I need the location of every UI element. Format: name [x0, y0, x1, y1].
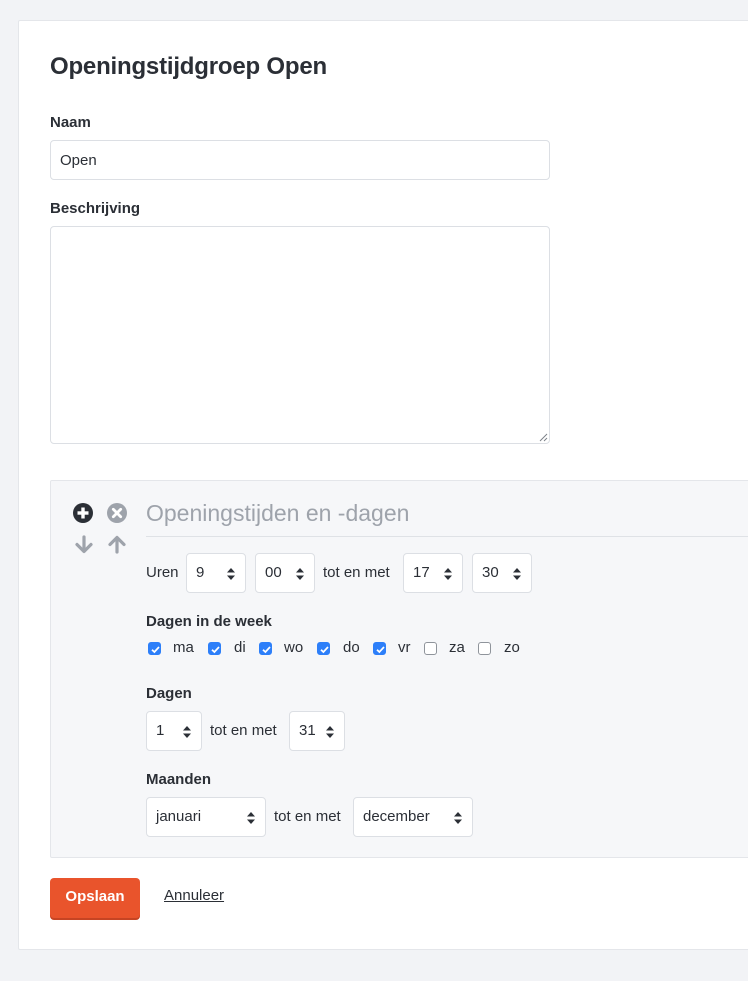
select-arrows-icon	[183, 726, 191, 738]
weekday-checkbox-do[interactable]	[317, 642, 330, 655]
arrow-down-icon[interactable]	[74, 535, 94, 554]
description-textarea[interactable]	[50, 226, 550, 444]
cancel-link[interactable]: Annuleer	[164, 887, 224, 904]
resize-grip-icon[interactable]	[538, 432, 548, 442]
to-hour-value: 17	[413, 564, 430, 581]
month-to-select[interactable]: december	[353, 797, 473, 837]
weekday-checkbox-ma[interactable]	[148, 642, 161, 655]
to-minute-select[interactable]: 30	[472, 553, 532, 593]
select-arrows-icon	[444, 568, 452, 580]
close-circle-icon[interactable]	[107, 503, 127, 523]
arrow-up-icon[interactable]	[107, 535, 127, 554]
plus-circle-icon[interactable]	[73, 503, 93, 523]
weekday-label-do: do	[343, 639, 360, 656]
section-title: Openingstijden en -dagen	[146, 500, 410, 526]
to-hour-select[interactable]: 17	[403, 553, 463, 593]
weekday-label-vr: vr	[398, 639, 411, 656]
days-label: Dagen	[146, 685, 192, 702]
hours-separator: tot en met	[323, 564, 390, 581]
select-arrows-icon	[247, 812, 255, 824]
months-separator: tot en met	[274, 808, 341, 825]
from-minute-value: 00	[265, 564, 282, 581]
weekday-label-zo: zo	[504, 639, 520, 656]
name-input[interactable]	[50, 140, 550, 180]
weekday-label-di: di	[234, 639, 246, 656]
months-label: Maanden	[146, 771, 212, 788]
day-to-value: 31	[299, 722, 316, 739]
select-arrows-icon	[513, 568, 521, 580]
save-button[interactable]: Opslaan	[50, 878, 140, 918]
select-arrows-icon	[227, 568, 235, 580]
from-hour-value: 9	[196, 564, 205, 581]
weekday-checkbox-wo[interactable]	[259, 642, 272, 655]
day-to-select[interactable]: 31	[289, 711, 345, 751]
select-arrows-icon	[296, 568, 304, 580]
from-hour-select[interactable]: 9	[186, 553, 246, 593]
weekday-checkbox-zo[interactable]	[478, 642, 491, 655]
page-title: Openingstijdgroep Open	[50, 53, 327, 80]
from-minute-select[interactable]: 00	[255, 553, 315, 593]
section-divider	[146, 536, 748, 537]
weekday-checkbox-di[interactable]	[208, 642, 221, 655]
days-separator: tot en met	[210, 722, 277, 739]
weekday-checkbox-vr[interactable]	[373, 642, 386, 655]
month-to-value: december	[363, 808, 430, 825]
day-from-value: 1	[156, 722, 165, 739]
weekday-checkbox-za[interactable]	[424, 642, 437, 655]
month-from-select[interactable]: januari	[146, 797, 266, 837]
month-from-value: januari	[156, 808, 202, 825]
weekday-label-ma: ma	[173, 639, 194, 656]
hours-label: Uren	[146, 564, 179, 581]
to-minute-value: 30	[482, 564, 499, 581]
weekday-label-za: za	[449, 639, 465, 656]
name-label: Naam	[50, 114, 91, 131]
select-arrows-icon	[326, 726, 334, 738]
weekdays-label: Dagen in de week	[146, 613, 272, 630]
weekday-label-wo: wo	[284, 639, 304, 656]
description-label: Beschrijving	[50, 200, 141, 217]
select-arrows-icon	[454, 812, 462, 824]
day-from-select[interactable]: 1	[146, 711, 202, 751]
